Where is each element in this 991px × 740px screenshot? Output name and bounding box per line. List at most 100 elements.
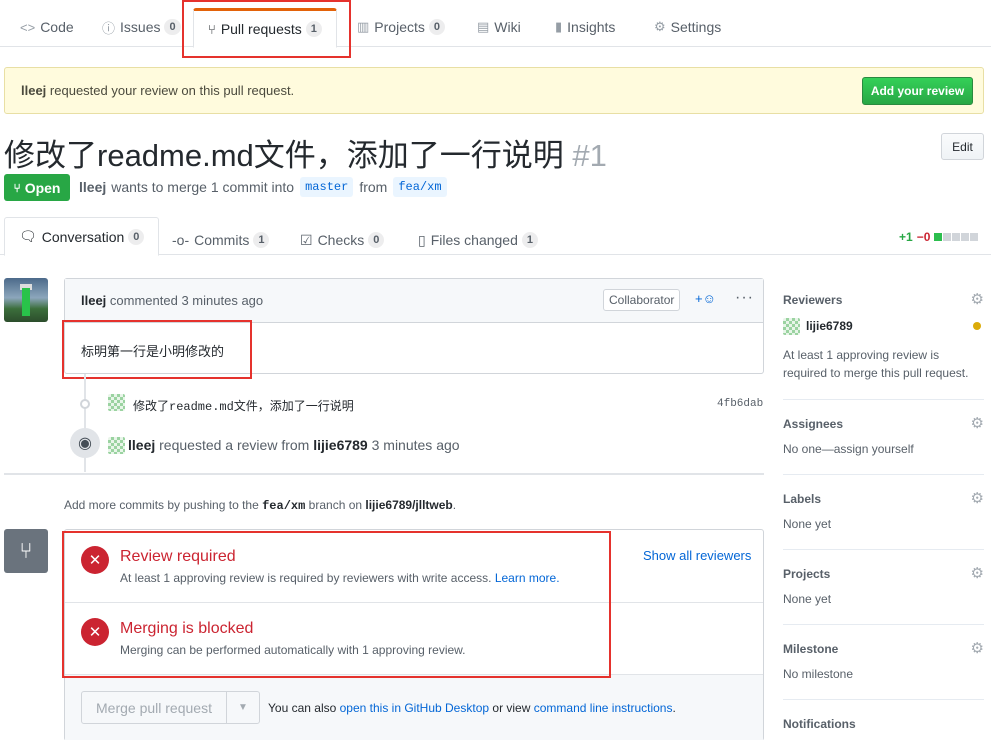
reviewer-name[interactable]: lijie6789 [806, 319, 853, 333]
review-event-time[interactable]: 3 minutes ago [372, 437, 460, 453]
review-request-flash: lleej requested your review on this pull… [4, 67, 984, 114]
diffstat-block [961, 233, 970, 241]
review-reviewer[interactable]: lijie6789 [313, 437, 368, 453]
tab-conversation-label: Conversation [41, 228, 125, 245]
files-counter: 1 [521, 232, 539, 248]
merge-box: ✕ Review required At least 1 approving r… [64, 529, 764, 740]
commits-counter: 1 [253, 232, 270, 248]
merge-footer: Merge pull request ▼ You can also open t… [65, 674, 763, 740]
tab-files-changed[interactable]: ▯ Files changed 1 [418, 226, 539, 254]
reviewer-row: lijie6789 [783, 317, 984, 335]
smiley-icon[interactable]: +☺ [695, 291, 716, 306]
merge-icon: ⑂ [4, 529, 48, 573]
sidebar-reviewers: Reviewers ⚙ lijie6789 At least 1 approvi… [783, 290, 984, 382]
review-required-title: Review required [120, 548, 236, 565]
pr-merge-text: wants to merge 1 commit into [111, 179, 295, 195]
assignees-title: Assignees [783, 417, 844, 431]
nav-projects[interactable]: ▥ Projects 0 [357, 16, 445, 38]
eye-icon: ◉ [70, 428, 100, 458]
labels-text: None yet [783, 517, 832, 531]
projects-counter: 0 [428, 19, 445, 35]
tab-conversation[interactable]: 🗨 Conversation 0 [4, 217, 160, 256]
review-required-text: At least 1 approving review is required … [120, 571, 492, 585]
nav-issues[interactable]: ⓘ Issues 0 [102, 16, 181, 38]
reviewers-title: Reviewers [783, 293, 843, 307]
tab-checks[interactable]: ☑ Checks 0 [300, 226, 385, 254]
learn-more-link[interactable]: Learn more. [495, 571, 560, 585]
issues-counter: 0 [164, 19, 181, 35]
open-desktop-link[interactable]: open this in GitHub Desktop [340, 701, 489, 715]
comment-meta: lleej commented 3 minutes ago [81, 293, 263, 308]
author-avatar[interactable] [4, 278, 48, 322]
push-note: Add more commits by pushing to the fea/x… [64, 498, 456, 513]
pr-author[interactable]: lleej [79, 179, 106, 195]
code-icon: <> [20, 19, 36, 35]
gear-icon[interactable]: ⚙ [971, 639, 984, 657]
flash-text: lleej requested your review on this pull… [21, 83, 294, 98]
commit-sha[interactable]: 4fb6dab [717, 398, 763, 410]
pr-meta: lleej wants to merge 1 commit into maste… [79, 177, 453, 197]
nav-settings[interactable]: ⚙ Settings [654, 16, 721, 38]
gear-icon: ⚙ [654, 19, 666, 34]
nav-wiki[interactable]: ▤ Wiki [477, 16, 521, 38]
commit-icon [80, 399, 90, 409]
nav-code[interactable]: <> Code [20, 16, 74, 38]
pull-request-icon: ⑂ [208, 21, 216, 37]
push-note-repo[interactable]: lijie6789/jlltweb [365, 498, 452, 512]
pending-review-dot [973, 322, 981, 330]
add-review-button[interactable]: Add your review [862, 77, 973, 105]
tab-commits[interactable]: -o- Commits 1 [172, 226, 270, 254]
diffstat-block [943, 233, 952, 241]
sidebar-projects: Projects ⚙ None yet [783, 564, 984, 608]
pr-title-text: 修改了readme.md文件，添加了一行说明 [4, 138, 564, 173]
triangle-down-icon[interactable]: ▼ [226, 691, 260, 724]
comment-box: lleej commented 3 minutes ago Collaborat… [64, 278, 764, 374]
issue-icon: ⓘ [102, 20, 116, 36]
checklist-icon: ☑ [300, 231, 313, 248]
nav-wiki-label: Wiki [494, 19, 521, 35]
committer-avatar[interactable] [108, 394, 125, 411]
sidebar-milestone: Milestone ⚙ No milestone [783, 639, 984, 683]
show-all-reviewers-link[interactable]: Show all reviewers [643, 548, 751, 563]
x-icon: ✕ [81, 618, 109, 646]
comment-icon: 🗨 [19, 228, 37, 244]
nav-insights[interactable]: ▮ Insights [555, 16, 615, 38]
gear-icon[interactable]: ⚙ [971, 489, 984, 507]
commit-message[interactable]: 修改了readme.md文件，添加了一行说明 [133, 397, 354, 414]
gear-icon[interactable]: ⚙ [971, 564, 984, 582]
review-request-event: lleej requested a review from lijie6789 … [128, 437, 460, 453]
actor-avatar[interactable] [108, 437, 125, 454]
comment-author[interactable]: lleej [81, 293, 106, 308]
comment-time[interactable]: 3 minutes ago [181, 293, 263, 308]
diffstat-block [952, 233, 961, 241]
kebab-icon[interactable]: ··· [735, 289, 754, 307]
nav-insights-label: Insights [567, 19, 616, 35]
edit-button[interactable]: Edit [941, 133, 984, 160]
nav-pull-requests[interactable]: ⑂ Pull requests 1 [193, 8, 337, 48]
gear-icon[interactable]: ⚙ [971, 414, 984, 432]
base-branch[interactable]: master [300, 177, 354, 197]
diffstat-block [934, 233, 943, 241]
pull-request-icon: ⑂ [13, 180, 21, 195]
sidebar-divider [783, 699, 984, 700]
collaborator-badge: Collaborator [603, 289, 681, 311]
cli-instructions-link[interactable]: command line instructions [534, 701, 673, 715]
also-prefix: You can also [268, 701, 337, 715]
or-view-text: or view [492, 701, 531, 715]
pr-number: #1 [572, 138, 607, 173]
deletions-count: −0 [916, 230, 931, 244]
review-actor[interactable]: lleej [128, 437, 155, 453]
sidebar-divider [783, 549, 984, 550]
push-note-middle: branch on [308, 498, 363, 512]
push-note-branch: fea/xm [262, 499, 306, 513]
nav-projects-label: Projects [374, 19, 425, 35]
merge-pull-request-button[interactable]: Merge pull request [81, 691, 227, 724]
merge-blocked-title: Merging is blocked [120, 620, 254, 637]
reviewer-avatar[interactable] [783, 317, 800, 335]
projects-title: Projects [783, 567, 831, 581]
repo-nav: <> Code ⓘ Issues 0 ⑂ Pull requests 1 ▥ P… [0, 0, 991, 48]
head-branch[interactable]: fea/xm [393, 177, 447, 197]
gear-icon[interactable]: ⚙ [971, 290, 984, 308]
assignees-text[interactable]: No one—assign yourself [783, 440, 984, 458]
nav-code-label: Code [40, 19, 74, 35]
